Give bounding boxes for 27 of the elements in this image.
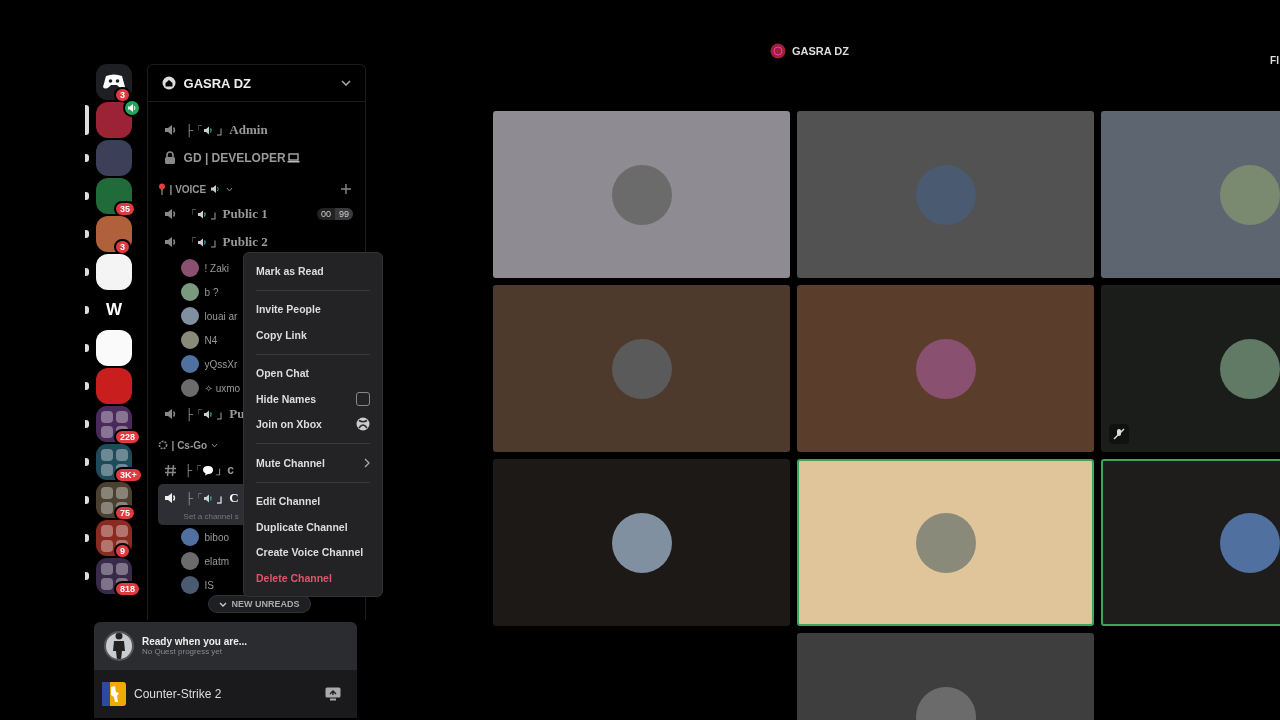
channel-name: GD | DEVELOPER: [183, 151, 286, 165]
channel-name: 」Admin: [216, 121, 268, 139]
mention-badge: 35: [114, 201, 136, 217]
quest-title: Ready when you are...: [142, 636, 248, 647]
mention-badge: 3K+: [114, 467, 143, 483]
mention-badge: 3: [114, 239, 131, 255]
user-limit-badge: 00 99: [316, 208, 353, 220]
mention-badge: 75: [114, 505, 136, 521]
channel-name: 」Public 2: [209, 233, 268, 251]
channel-prefix: ├「: [185, 490, 203, 506]
channel-name: 」c: [215, 461, 235, 479]
mention-badge: 228: [114, 429, 142, 445]
header-label: FI: [1270, 55, 1279, 66]
server-name: GASRA DZ: [792, 45, 850, 57]
channel-name: 」C: [216, 489, 239, 507]
mention-badge: 818: [114, 581, 142, 597]
channel-prefix: 「: [185, 234, 196, 250]
game-name: Counter-Strike 2: [134, 687, 223, 701]
channel-prefix: ├「: [185, 122, 203, 138]
channel-prefix: 「: [185, 206, 196, 222]
server-logo: W: [105, 300, 122, 320]
mention-badge: 3: [114, 87, 131, 103]
quest-subtitle: No Quest progress yet: [142, 647, 224, 656]
channel-prefix: ├「: [184, 462, 202, 478]
channel-prefix: ├「: [185, 406, 203, 422]
mention-badge: 9: [114, 543, 131, 559]
channel-name: 」Public 1: [209, 205, 268, 223]
